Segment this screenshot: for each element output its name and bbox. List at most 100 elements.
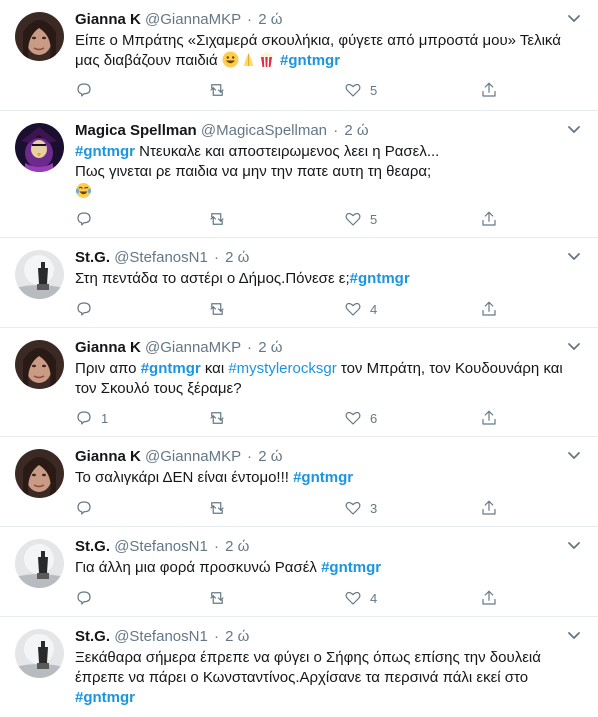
share-button[interactable] [480, 588, 498, 608]
display-name[interactable]: Magica Spellman [75, 122, 197, 139]
avatar[interactable] [15, 12, 64, 61]
share-button[interactable] [480, 80, 498, 100]
tweet[interactable]: Gianna K @GiannaMKP · 2 ώ Πριν απο #gntm… [0, 328, 598, 437]
timestamp[interactable]: 2 ώ [258, 448, 282, 465]
hashtag-link[interactable]: #mystylerocksgr [228, 360, 336, 377]
reply-icon [77, 591, 91, 605]
user-handle[interactable]: @GiannaMKP [145, 11, 241, 28]
retweet-button[interactable] [208, 209, 226, 229]
chevron-down-icon[interactable] [566, 340, 582, 354]
like-button[interactable]: 3 [344, 498, 377, 518]
hashtag-link[interactable]: #gntmgr [75, 689, 135, 706]
like-button[interactable]: 6 [344, 408, 377, 428]
tweet[interactable]: St.G. @StefanosN1 · 2 ώ Στη πεντάδα το α… [0, 238, 598, 328]
retweet-button[interactable] [208, 299, 226, 319]
tweet[interactable]: Gianna K @GiannaMKP · 2 ώ Το σαλιγκάρι Δ… [0, 437, 598, 527]
user-handle[interactable]: @GiannaMKP [145, 339, 241, 356]
retweet-button[interactable] [208, 588, 226, 608]
reply-button[interactable] [75, 588, 93, 608]
reply-icon [77, 212, 91, 226]
display-name[interactable]: St.G. [75, 249, 110, 266]
retweet-icon [210, 213, 224, 225]
chevron-down-icon[interactable] [566, 539, 582, 553]
reply-button[interactable] [75, 498, 93, 518]
like-button[interactable]: 5 [344, 209, 377, 229]
avatar[interactable] [15, 539, 64, 588]
display-name[interactable]: St.G. [75, 538, 110, 555]
grinning-face-icon [222, 51, 239, 68]
separator-dot: · [247, 11, 253, 28]
user-handle[interactable]: @StefanosN1 [114, 249, 208, 266]
tweet[interactable]: St.G. @StefanosN1 · 2 ώ Ξεκάθαρα σήμερα … [0, 617, 598, 717]
user-handle[interactable]: @GiannaMKP [145, 448, 241, 465]
share-button[interactable] [480, 299, 498, 319]
reply-button[interactable] [75, 80, 93, 100]
reply-button[interactable]: 1 [75, 408, 108, 428]
hashtag-link[interactable]: #gntmgr [350, 270, 410, 287]
share-icon [482, 410, 496, 425]
user-handle[interactable]: @StefanosN1 [114, 628, 208, 645]
like-count: 6 [370, 410, 378, 426]
retweet-icon [210, 84, 224, 96]
like-count: 5 [370, 211, 378, 227]
reply-icon [77, 83, 91, 97]
tweet[interactable]: Magica Spellman @MagicaSpellman · 2 ώ #g… [0, 111, 598, 238]
tweet-actions: 5 [75, 209, 515, 229]
tweet[interactable]: St.G. @StefanosN1 · 2 ώ Για άλλη μια φορ… [0, 527, 598, 617]
display-name[interactable]: Gianna K [75, 448, 141, 465]
retweet-button[interactable] [208, 408, 226, 428]
like-button[interactable]: 4 [344, 588, 377, 608]
user-handle[interactable]: @MagicaSpellman [201, 122, 327, 139]
separator-dot: · [333, 122, 339, 139]
heart-icon [345, 83, 361, 97]
share-button[interactable] [480, 209, 498, 229]
like-button[interactable]: 4 [344, 299, 377, 319]
display-name[interactable]: Gianna K [75, 11, 141, 28]
chevron-down-icon[interactable] [566, 12, 582, 26]
tweet-text: Πριν απο #gntmgr και #mystylerocksgr τον… [75, 360, 563, 397]
timestamp[interactable]: 2 ώ [258, 339, 282, 356]
chevron-down-icon[interactable] [566, 629, 582, 643]
reply-button[interactable] [75, 299, 93, 319]
chevron-down-icon[interactable] [566, 123, 582, 137]
timestamp[interactable]: 2 ώ [225, 538, 249, 555]
heart-icon [345, 591, 361, 605]
tweet[interactable]: Gianna K @GiannaMKP · 2 ώ Είπε ο Μπράτης… [0, 0, 598, 111]
avatar[interactable] [15, 123, 64, 172]
tweet-text: #gntmgr Ντευκαλε και αποστειρωμενος λεει… [75, 142, 584, 202]
avatar[interactable] [15, 340, 64, 389]
chevron-down-icon[interactable] [566, 250, 582, 264]
chevron-down-icon[interactable] [566, 449, 582, 463]
timestamp[interactable]: 2 ώ [225, 249, 249, 266]
retweet-icon [210, 303, 224, 315]
tweet-actions: 1 6 [75, 408, 515, 428]
display-name[interactable]: St.G. [75, 628, 110, 645]
heart-icon [345, 411, 361, 425]
hashtag-link[interactable]: #gntmgr [75, 143, 135, 160]
hashtag-link[interactable]: #gntmgr [280, 52, 340, 69]
like-count: 4 [370, 590, 378, 606]
like-count: 3 [370, 500, 378, 516]
separator-dot: · [213, 249, 219, 266]
user-handle[interactable]: @StefanosN1 [114, 538, 208, 555]
timestamp[interactable]: 2 ώ [344, 122, 368, 139]
avatar[interactable] [15, 449, 64, 498]
separator-dot: · [213, 538, 219, 555]
reply-button[interactable] [75, 209, 93, 229]
hashtag-link[interactable]: #gntmgr [321, 559, 381, 576]
retweet-button[interactable] [208, 498, 226, 518]
hashtag-link[interactable]: #gntmgr [293, 469, 353, 486]
hashtag-link[interactable]: #gntmgr [141, 360, 201, 377]
timestamp[interactable]: 2 ώ [225, 628, 249, 645]
share-button[interactable] [480, 498, 498, 518]
share-button[interactable] [480, 408, 498, 428]
tweet-text: Για άλλη μια φορά προσκυνώ Ρασέλ #gntmgr [75, 559, 382, 576]
avatar[interactable] [15, 629, 64, 678]
popcorn-icon [260, 52, 273, 68]
display-name[interactable]: Gianna K [75, 339, 141, 356]
timestamp[interactable]: 2 ώ [258, 11, 282, 28]
like-button[interactable]: 5 [344, 80, 377, 100]
retweet-button[interactable] [208, 80, 226, 100]
avatar[interactable] [15, 250, 64, 299]
retweet-icon [210, 502, 224, 514]
